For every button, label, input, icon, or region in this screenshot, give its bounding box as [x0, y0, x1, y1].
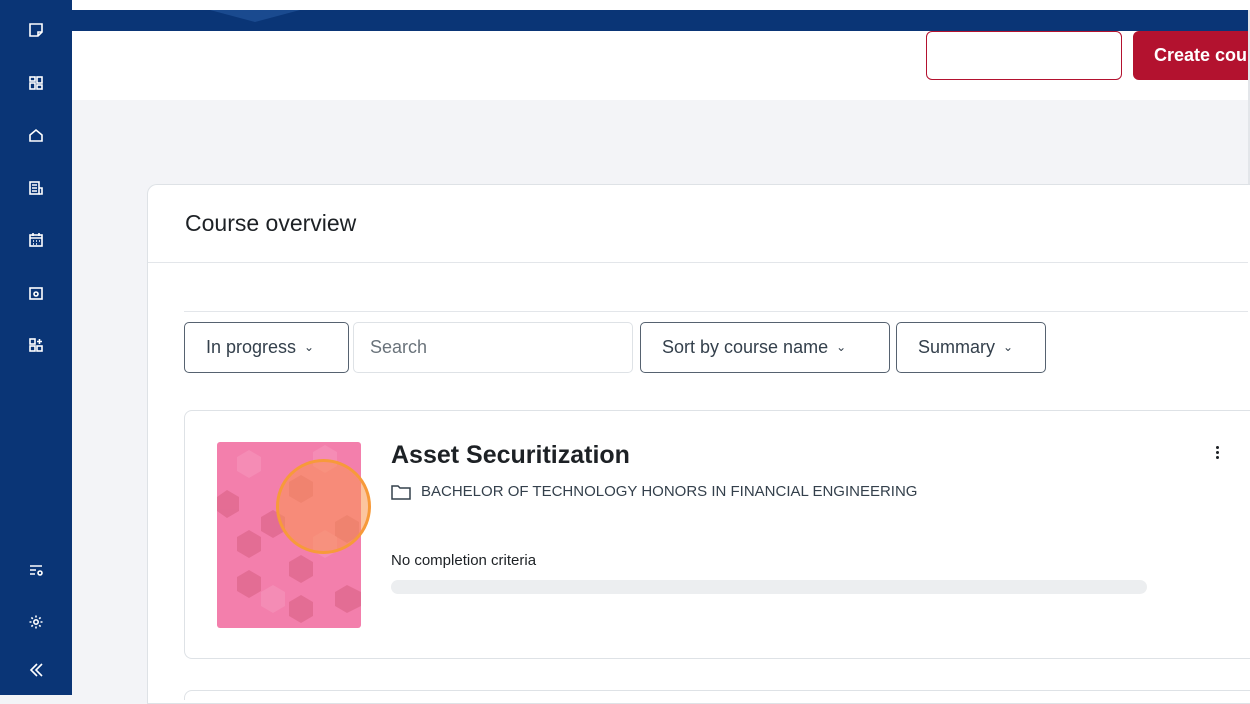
create-course-button[interactable]: Create cou	[1133, 31, 1250, 80]
status-filter-label: In progress	[206, 337, 297, 357]
course-category: BACHELOR OF TECHNOLOGY HONORS IN FINANCI…	[391, 483, 917, 500]
search-input[interactable]: Search	[353, 322, 633, 373]
sort-label: Sort by course name	[662, 337, 829, 357]
home-icon[interactable]	[26, 125, 46, 145]
list-settings-icon[interactable]	[26, 560, 46, 580]
card-title: Course overview	[185, 210, 357, 236]
course-category-label: BACHELOR OF TECHNOLOGY HONORS IN FINANCI…	[421, 483, 918, 500]
calendar-icon[interactable]	[26, 230, 46, 250]
filter-divider	[184, 311, 1248, 312]
more-options-icon[interactable]	[1212, 446, 1222, 466]
progress-bar	[391, 580, 1147, 594]
completion-text: No completion criteria	[391, 552, 537, 569]
left-rail	[0, 0, 72, 695]
card-divider	[148, 262, 1248, 263]
status-filter-dropdown[interactable]: In progress ⌄	[184, 322, 349, 373]
grid-icon[interactable]	[26, 73, 46, 93]
sort-dropdown[interactable]: Sort by course name ⌄	[640, 322, 890, 373]
chevron-down-icon: ⌄	[304, 340, 315, 354]
click-highlight	[276, 459, 371, 554]
chevron-down-icon: ⌄	[836, 340, 847, 354]
folder-star-icon[interactable]	[26, 283, 46, 303]
course-name[interactable]: Asset Securitization	[391, 441, 630, 470]
header-accent	[210, 10, 300, 22]
view-dropdown[interactable]: Summary ⌄	[896, 322, 1046, 373]
apps-icon[interactable]	[26, 335, 46, 355]
gear-icon[interactable]	[26, 612, 46, 632]
header-outline-button[interactable]	[926, 31, 1122, 80]
top-frame	[0, 0, 1250, 10]
next-course-card[interactable]	[184, 690, 1250, 700]
create-course-button-wrap: Create cou	[1133, 31, 1250, 80]
collapse-icon[interactable]	[26, 660, 46, 680]
chevron-down-icon: ⌄	[1003, 340, 1014, 354]
view-label: Summary	[918, 337, 996, 357]
note-icon[interactable]	[26, 20, 46, 40]
folder-icon	[391, 484, 411, 500]
report-icon[interactable]	[26, 178, 46, 198]
